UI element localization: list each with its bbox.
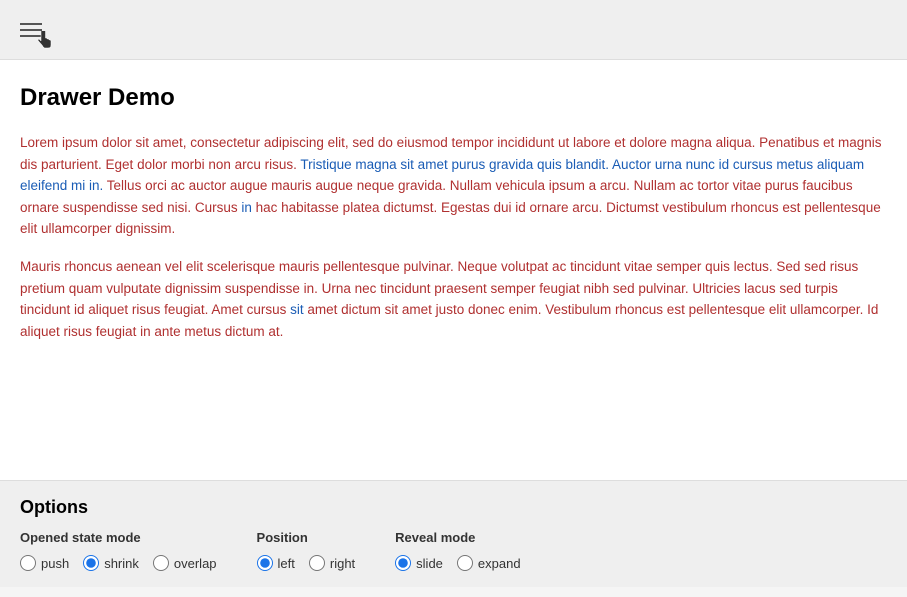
radio-expand-label: expand bbox=[478, 556, 521, 571]
radio-shrink-label: shrink bbox=[104, 556, 139, 571]
option-group-opened-state: Opened state mode push shrink overlap bbox=[20, 530, 217, 571]
radio-push[interactable]: push bbox=[20, 555, 69, 571]
highlight-1: Tristique magna sit amet purus gravida q… bbox=[20, 157, 864, 194]
main-content: Drawer Demo Lorem ipsum dolor sit amet, … bbox=[0, 60, 907, 480]
page-title: Drawer Demo bbox=[20, 84, 887, 112]
cursor-icon bbox=[38, 31, 52, 51]
menu-button[interactable] bbox=[16, 19, 46, 41]
toolbar bbox=[0, 0, 907, 60]
highlight-3: sit bbox=[290, 302, 304, 317]
position-radio-group: left right bbox=[257, 555, 356, 571]
reveal-mode-radio-group: slide expand bbox=[395, 555, 520, 571]
radio-overlap[interactable]: overlap bbox=[153, 555, 217, 571]
opened-state-label: Opened state mode bbox=[20, 530, 217, 545]
paragraph-2: Mauris rhoncus aenean vel elit scelerisq… bbox=[20, 256, 887, 342]
radio-push-label: push bbox=[41, 556, 69, 571]
radio-left-label: left bbox=[278, 556, 295, 571]
radio-overlap-label: overlap bbox=[174, 556, 217, 571]
radio-left-input[interactable] bbox=[257, 555, 273, 571]
opened-state-radio-group: push shrink overlap bbox=[20, 555, 217, 571]
radio-slide[interactable]: slide bbox=[395, 555, 443, 571]
options-row: Opened state mode push shrink overlap Po… bbox=[20, 530, 887, 571]
radio-right-label: right bbox=[330, 556, 355, 571]
paragraph-1: Lorem ipsum dolor sit amet, consectetur … bbox=[20, 132, 887, 240]
hamburger-line-3 bbox=[20, 35, 42, 37]
radio-expand[interactable]: expand bbox=[457, 555, 521, 571]
highlight-2: in bbox=[241, 200, 252, 215]
options-bar: Options Opened state mode push shrink ov… bbox=[0, 480, 907, 587]
option-group-reveal-mode: Reveal mode slide expand bbox=[395, 530, 520, 571]
position-label: Position bbox=[257, 530, 356, 545]
options-title: Options bbox=[20, 497, 887, 518]
radio-push-input[interactable] bbox=[20, 555, 36, 571]
hamburger-line-1 bbox=[20, 23, 42, 25]
radio-slide-label: slide bbox=[416, 556, 443, 571]
radio-shrink-input[interactable] bbox=[83, 555, 99, 571]
radio-overlap-input[interactable] bbox=[153, 555, 169, 571]
reveal-mode-label: Reveal mode bbox=[395, 530, 520, 545]
radio-shrink[interactable]: shrink bbox=[83, 555, 139, 571]
radio-slide-input[interactable] bbox=[395, 555, 411, 571]
option-group-position: Position left right bbox=[257, 530, 356, 571]
hamburger-line-2 bbox=[20, 29, 42, 31]
radio-expand-input[interactable] bbox=[457, 555, 473, 571]
radio-left[interactable]: left bbox=[257, 555, 295, 571]
radio-right-input[interactable] bbox=[309, 555, 325, 571]
radio-right[interactable]: right bbox=[309, 555, 355, 571]
